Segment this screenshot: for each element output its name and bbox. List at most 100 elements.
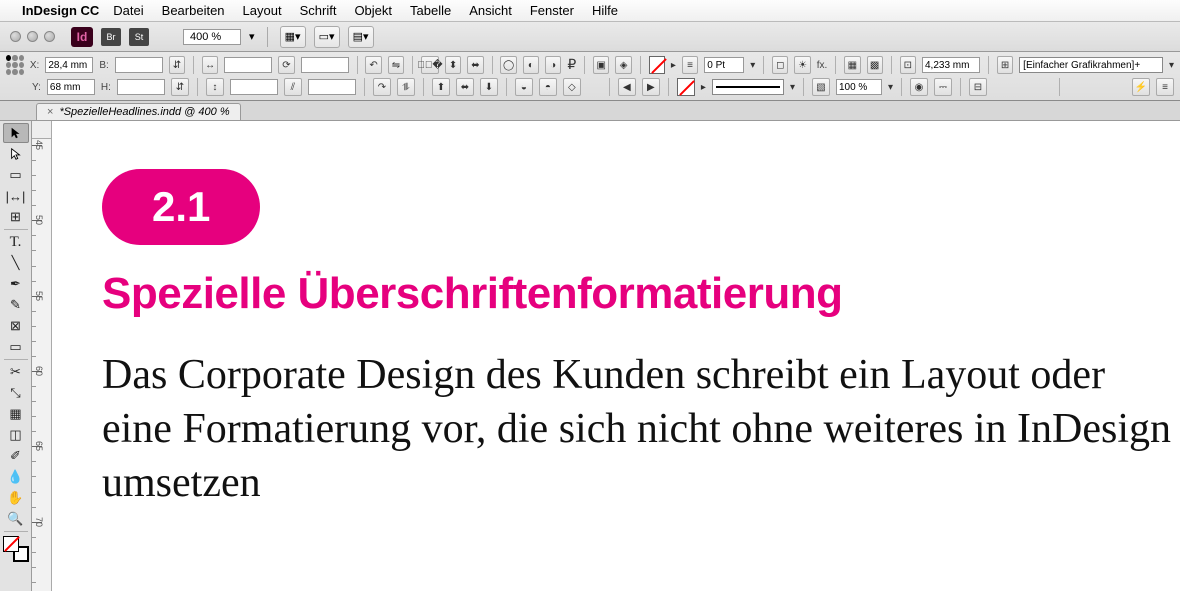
window-traffic-lights[interactable] (10, 31, 55, 42)
gradient-swatch-tool[interactable]: ▦ (3, 404, 29, 424)
line-tool[interactable]: ╲ (3, 253, 29, 273)
zoom-dropdown-icon[interactable]: ▾ (249, 30, 255, 43)
text-wrap-jump-icon[interactable]: ⎓ (934, 78, 952, 96)
menu-datei[interactable]: Datei (113, 3, 143, 18)
pathfinder-exclude-icon[interactable]: ◒ (515, 78, 533, 96)
align-top-icon[interactable]: ⬆ (432, 78, 450, 96)
document-tab[interactable]: × *SpezielleHeadlines.indd @ 400 % (36, 103, 241, 120)
object-style-dropdown-icon[interactable]: ▾ (1169, 60, 1174, 71)
fill-stroke-swatch[interactable] (3, 536, 29, 562)
convert-shape-icon[interactable]: ◇ (563, 78, 581, 96)
fit-value-field[interactable] (922, 57, 980, 73)
fit-frame-icon[interactable]: ⊡ (900, 56, 916, 74)
select-previous-icon[interactable]: ◀ (618, 78, 636, 96)
flip-horizontal-icon[interactable]: ⇋ (388, 56, 404, 74)
body-text[interactable]: Das Corporate Design des Kunden schreibt… (102, 349, 1180, 510)
align-bottom-icon[interactable]: ⬇ (480, 78, 498, 96)
constrain-proportions-icon[interactable]: ⇵ (171, 78, 189, 96)
scale-x-icon[interactable]: ↔ (202, 56, 218, 74)
arrange-documents-button[interactable]: ▤▾ (348, 26, 374, 48)
menu-hilfe[interactable]: Hilfe (592, 3, 618, 18)
select-container-icon[interactable]: ▣ (593, 56, 609, 74)
window-minimize-icon[interactable] (27, 31, 38, 42)
stroke-style-selector[interactable] (712, 79, 784, 95)
stroke-weight-dropdown-icon[interactable]: ▾ (750, 60, 755, 71)
document-canvas[interactable]: 2.1 Spezielle Überschriftenformatierung … (52, 139, 1180, 591)
hand-tool[interactable]: ✋ (3, 488, 29, 508)
note-tool[interactable]: ✐ (3, 446, 29, 466)
rectangle-frame-tool[interactable]: ⊠ (3, 316, 29, 336)
content-collector-tool[interactable]: ⊞ (3, 207, 29, 227)
select-content-icon[interactable]: ◈ (615, 56, 631, 74)
align-center-icon[interactable]: ⬍ (445, 56, 461, 74)
pathfinder-minus-back-icon[interactable]: ◓ (539, 78, 557, 96)
align-left-icon[interactable]: �ླ� (421, 56, 439, 74)
menu-layout[interactable]: Layout (243, 3, 282, 18)
y-position-field[interactable] (47, 79, 95, 95)
type-tool[interactable]: T. (3, 232, 29, 252)
effects-icon[interactable]: ☀ (794, 56, 810, 74)
object-style-icon[interactable]: ⊞ (997, 56, 1013, 74)
reference-point-selector[interactable] (6, 55, 24, 75)
rotate-ccw-icon[interactable]: ↶ (365, 56, 381, 74)
menu-bearbeiten[interactable]: Bearbeiten (162, 3, 225, 18)
text-wrap-none-icon[interactable]: ▦ (844, 56, 860, 74)
pathfinder-unite-icon[interactable]: ◯ (500, 56, 516, 74)
zoom-tool[interactable]: 🔍 (3, 509, 29, 529)
text-wrap-bounding-icon[interactable]: ▩ (867, 56, 883, 74)
gradient-feather-tool[interactable]: ◫ (3, 425, 29, 445)
width-field[interactable] (115, 57, 163, 73)
rotate-cw-icon[interactable]: ↷ (373, 78, 391, 96)
stroke-dropdown-icon[interactable]: ▸ (701, 82, 706, 93)
corner-options-icon[interactable]: ◻ (772, 56, 788, 74)
stroke-swatch[interactable] (677, 78, 695, 96)
page-tool[interactable]: ▭ (3, 165, 29, 185)
object-style-field[interactable] (1019, 57, 1163, 73)
fill-color-icon[interactable] (3, 536, 19, 552)
heading-text[interactable]: Spezielle Überschriftenformatierung (102, 269, 1180, 319)
stroke-weight-field[interactable] (704, 57, 744, 73)
quick-apply-icon[interactable]: ⚡ (1132, 78, 1150, 96)
constrain-proportions-icon[interactable]: ⇵ (169, 56, 185, 74)
menu-ansicht[interactable]: Ansicht (469, 3, 512, 18)
menu-objekt[interactable]: Objekt (354, 3, 392, 18)
selection-tool[interactable] (3, 123, 29, 143)
pathfinder-intersect-icon[interactable]: ◑ (545, 56, 561, 74)
flip-vertical-icon[interactable]: ⥮ (397, 78, 415, 96)
tab-close-icon[interactable]: × (47, 106, 53, 118)
direct-selection-tool[interactable] (3, 144, 29, 164)
zoom-level-field[interactable]: 400 % (183, 29, 241, 45)
align-middle-icon[interactable]: ⬌ (456, 78, 474, 96)
height-field[interactable] (117, 79, 165, 95)
scissors-tool[interactable]: ✂ (3, 362, 29, 382)
select-next-icon[interactable]: ▶ (642, 78, 660, 96)
shear-icon[interactable]: ⫽ (284, 78, 302, 96)
paragraph-mark-icon[interactable]: ₽ (567, 57, 576, 74)
pen-tool[interactable]: ✒ (3, 274, 29, 294)
align-right-icon[interactable]: ⬌ (467, 56, 483, 74)
menu-schrift[interactable]: Schrift (300, 3, 337, 18)
bridge-button[interactable]: Br (101, 28, 121, 46)
text-wrap-shape-icon[interactable]: ◉ (910, 78, 928, 96)
stroke-style-dropdown-icon[interactable]: ▾ (790, 82, 795, 93)
window-zoom-icon[interactable] (44, 31, 55, 42)
gap-tool[interactable]: |↔| (3, 186, 29, 206)
vertical-ruler[interactable]: 455055606570 (32, 139, 52, 591)
auto-fit-icon[interactable]: ⊟ (969, 78, 987, 96)
eyedropper-tool[interactable]: 💧 (3, 467, 29, 487)
view-options-button[interactable]: ▦▾ (280, 26, 306, 48)
menu-tabelle[interactable]: Tabelle (410, 3, 451, 18)
panel-menu-icon[interactable]: ≡ (1156, 78, 1174, 96)
stock-button[interactable]: St (129, 28, 149, 46)
fill-swatch[interactable] (649, 56, 665, 74)
scale-y-field[interactable] (230, 79, 278, 95)
drop-shadow-icon[interactable]: ▧ (812, 78, 830, 96)
scale-y-icon[interactable]: ↕ (206, 78, 224, 96)
menu-fenster[interactable]: Fenster (530, 3, 574, 18)
x-position-field[interactable] (45, 57, 93, 73)
ruler-origin[interactable] (32, 121, 52, 139)
pencil-tool[interactable]: ✎ (3, 295, 29, 315)
opacity-dropdown-icon[interactable]: ▾ (888, 82, 893, 93)
rotate-field[interactable] (301, 57, 349, 73)
scale-x-field[interactable] (224, 57, 272, 73)
